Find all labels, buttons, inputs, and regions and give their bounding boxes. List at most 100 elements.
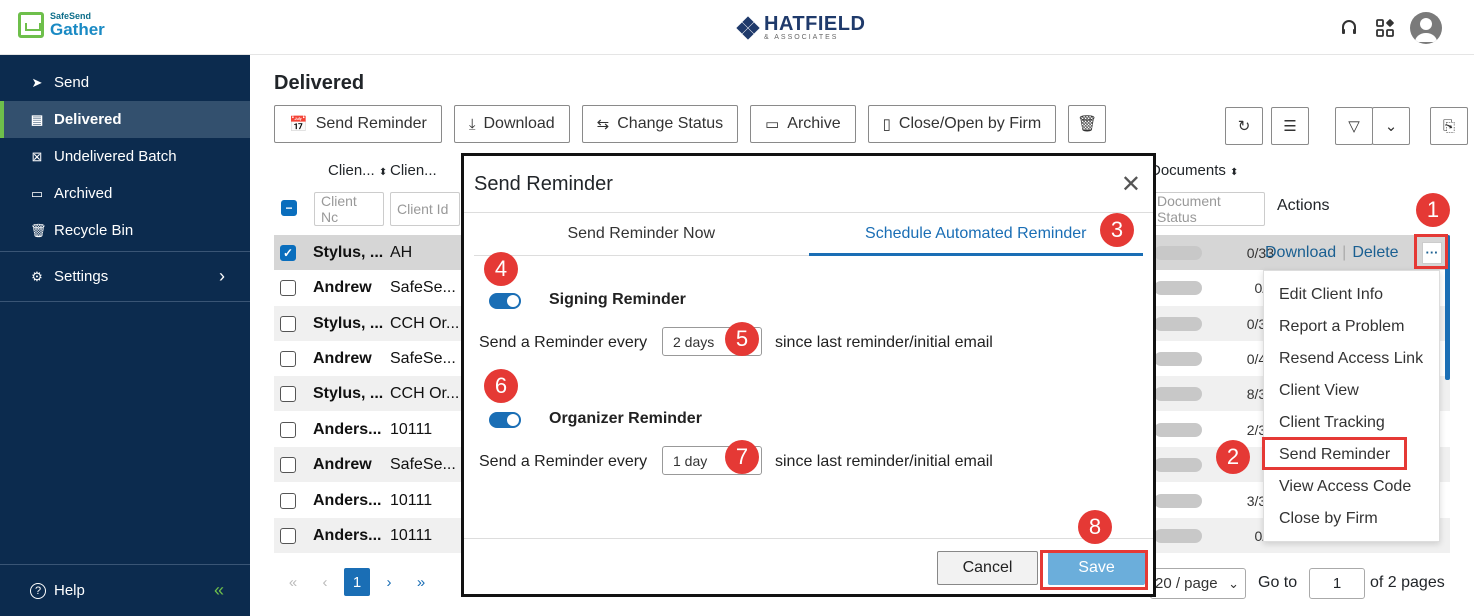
sidebar-item-label: Send [54,74,90,91]
pagination: « ‹ 1 › » [280,568,434,596]
select-all-checkbox[interactable]: − [281,200,297,216]
column-client-name[interactable]: Clien... ⬍ [328,162,387,179]
firm-logo-icon [736,15,760,40]
page-size-select[interactable]: 20 / page ⌄ [1150,568,1246,599]
close-open-by-firm-button[interactable]: ▯ Close/Open by Firm [867,105,1057,143]
row-checkbox[interactable] [280,456,296,473]
sidebar-divider [0,251,250,252]
progress-bar [1154,386,1202,401]
first-page-button[interactable]: « [280,568,306,596]
change-status-button[interactable]: ⇆ Change Status [581,105,739,143]
row-client-id: 10111 [390,491,433,509]
filter-button[interactable]: ▽ [1335,107,1373,145]
goto-page-input[interactable]: 1 [1309,568,1365,599]
client-name-filter[interactable]: Client Nc [314,192,384,226]
swap-icon: ⇆ [596,116,610,133]
callout-badge: 8 [1078,510,1112,544]
refresh-icon: ↻ [1237,118,1251,135]
close-icon[interactable]: ✕ [1121,170,1141,199]
column-client-id[interactable]: Clien... [390,162,437,179]
sidebar-item-delivered[interactable]: ▤ Delivered [0,101,250,138]
menu-item-client-view[interactable]: Client View [1264,375,1439,407]
row-client-id: 10111 [390,526,433,544]
export-icon: ⎘ [1442,117,1455,135]
filter-icon: ▽ [1348,118,1360,135]
apps-icon[interactable] [1374,17,1396,39]
menu-item-edit-client-info[interactable]: Edit Client Info [1264,279,1439,311]
client-id-filter[interactable]: Client Id [390,192,460,226]
sort-icon: ⬍ [1230,167,1239,178]
tab-send-reminder-now[interactable]: Send Reminder Now [474,213,809,255]
logo-big-text: Gather [50,20,105,39]
sidebar-item-help[interactable]: ? Help « [0,564,250,616]
menu-item-resend-access-link[interactable]: Resend Access Link [1264,343,1439,375]
document-status-filter[interactable]: Document Status [1150,192,1265,226]
next-page-button[interactable]: › [376,568,402,596]
column-documents[interactable]: Documents ⬍ [1150,162,1238,179]
row-download-link[interactable]: Download [1265,244,1336,261]
undelivered-icon: ⊠ [31,148,43,164]
page-number[interactable]: 1 [344,568,370,596]
sidebar-item-settings[interactable]: ⚙ Settings › [0,254,250,299]
delete-button[interactable]: 🗑 [1068,105,1107,143]
menu-item-client-tracking[interactable]: Client Tracking [1264,407,1439,439]
download-icon: ⤓ [468,115,476,133]
sidebar-item-send[interactable]: ➤ Send [0,64,250,101]
row-client-id: CCH Or... [390,384,460,402]
archive-icon: ▭ [765,116,780,133]
row-checkbox[interactable]: ✓ [280,244,296,261]
column-settings-button[interactable]: ☰ [1271,107,1309,145]
archive-button[interactable]: ▭ Archive [750,105,856,143]
send-reminder-button[interactable]: 📅 Send Reminder [274,105,442,143]
progress-bar [1154,316,1202,331]
export-button[interactable]: ⎘ [1430,107,1468,145]
menu-item-view-access-code[interactable]: View Access Code [1264,471,1439,503]
archive-label: Archive [787,115,841,132]
callout-badge: 3 [1100,213,1134,247]
organizer-reminder-toggle[interactable] [489,412,521,428]
reminder-tabs: Send Reminder Now Schedule Automated Rem… [474,213,1143,256]
tab-schedule-automated-reminder[interactable]: Schedule Automated Reminder [808,213,1144,256]
row-checkbox[interactable] [280,492,296,509]
help-icon: ? [30,582,46,599]
row-delete-link[interactable]: Delete [1352,244,1398,261]
row-checkbox[interactable] [280,385,296,402]
row-checkbox[interactable] [280,350,296,367]
signing-reminder-toggle[interactable] [489,293,521,309]
download-button[interactable]: ⤓ Download [453,105,570,143]
app-logo[interactable]: SafeSend Gather [18,12,105,38]
door-icon: ▯ [882,116,891,133]
row-checkbox[interactable] [280,315,296,332]
row-checkbox[interactable] [280,421,296,438]
progress-bar [1154,245,1202,260]
filter-dropdown-button[interactable]: ⌄ [1372,107,1410,145]
refresh-button[interactable]: ↻ [1225,107,1263,145]
menu-item-close-by-firm[interactable]: Close by Firm [1264,503,1439,535]
sidebar-item-archived[interactable]: ▭ Archived [0,175,250,212]
sidebar-item-recycle-bin[interactable]: 🗑 Recycle Bin [0,212,250,249]
row-checkbox[interactable] [280,527,296,544]
send-reminder-modal: Send Reminder ✕ Send Reminder Now Schedu… [461,153,1156,597]
document-icon: ▤ [30,111,44,127]
user-avatar-icon[interactable] [1410,12,1442,44]
sidebar-item-undelivered-batch[interactable]: ⊠ Undelivered Batch [0,138,250,175]
headset-icon[interactable] [1338,17,1360,39]
chevron-down-icon: ⌄ [1228,575,1239,591]
callout-badge: 5 [725,322,759,356]
highlight-save-button [1040,550,1148,590]
signing-interval-suffix: since last reminder/initial email [775,334,993,351]
collapse-sidebar-icon[interactable]: « [214,580,224,601]
modal-title: Send Reminder [474,172,613,195]
menu-item-report-problem[interactable]: Report a Problem [1264,311,1439,343]
progress-bar [1154,422,1202,437]
row-client-name: Stylus, ... [313,384,384,402]
row-checkbox[interactable] [280,279,296,296]
prev-page-button[interactable]: ‹ [312,568,338,596]
row-actions-menu: Edit Client Info Report a Problem Resend… [1263,270,1440,542]
row-client-name: Stylus, ... [313,243,384,261]
trash-icon: 🗑 [1077,116,1098,133]
cancel-button[interactable]: Cancel [937,551,1038,585]
signing-reminder-label: Signing Reminder [549,291,686,308]
toolbar: 📅 Send Reminder ⤓ Download ⇆ Change Stat… [274,105,1107,143]
last-page-button[interactable]: » [408,568,434,596]
